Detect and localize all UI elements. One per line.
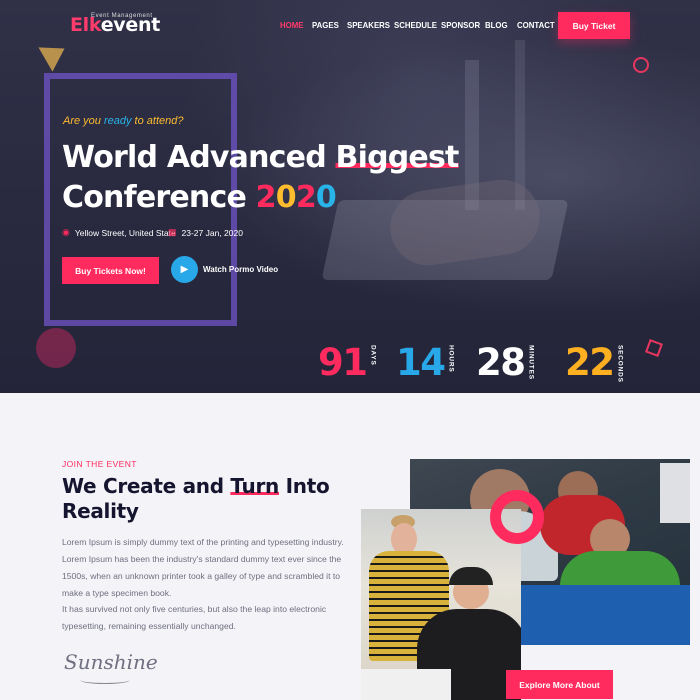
- location-pin-icon: ◉: [62, 227, 70, 237]
- logo-subtitle: Event Management: [91, 13, 153, 19]
- nav-item-sponsor[interactable]: Sponsor: [441, 20, 481, 30]
- countdown-minutes: 28 Minutes: [476, 343, 535, 383]
- about-paragraph: It has survived not only five centuries,…: [62, 604, 327, 631]
- team-photo: [361, 509, 521, 700]
- date-text: 23-27 Jan, 2020: [181, 227, 243, 238]
- countdown-value: 14: [396, 341, 446, 384]
- countdown-unit: Seconds: [616, 345, 624, 383]
- section-title-part: We Create and: [62, 474, 231, 498]
- blob-decoration: [36, 328, 76, 368]
- section-label: JOIN THE EVENT: [62, 459, 137, 469]
- desk: [361, 669, 451, 700]
- event-location: ◉ Yellow Street, United State: [62, 227, 176, 238]
- hero-tagline: Are you ready to attend?: [63, 115, 184, 127]
- circle-decoration: [633, 57, 649, 73]
- watch-video-link[interactable]: Watch Pormo Video: [203, 265, 278, 274]
- title-highlight: Biggest: [335, 140, 460, 175]
- tagline-post: to attend?: [131, 115, 184, 127]
- tagline-highlight: ready: [103, 115, 132, 127]
- calendar-icon: ▦: [168, 227, 177, 237]
- explore-more-button[interactable]: Explore More About: [506, 670, 613, 699]
- year-digit: 2: [295, 180, 317, 215]
- bean-bag: [520, 585, 690, 645]
- nav-item-speakers[interactable]: Speakers: [347, 20, 390, 30]
- year-digit: 0: [275, 180, 297, 215]
- section-title-highlight: Turn: [230, 474, 279, 498]
- window: [660, 463, 690, 523]
- section-title: We Create and Turn Into Reality: [62, 474, 342, 524]
- countdown-unit: Days: [369, 345, 377, 366]
- nav-item-pages[interactable]: Pages: [312, 20, 344, 30]
- nav-item-blog[interactable]: Blog: [485, 20, 514, 30]
- year-digit: 2: [255, 180, 277, 215]
- play-video-icon[interactable]: ▶: [171, 256, 198, 283]
- hero-title: World Advanced Biggest Conference 2020: [62, 138, 459, 218]
- about-paragraph: Lorem Ipsum is simply dummy text of the …: [62, 537, 344, 598]
- beanie: [449, 567, 493, 585]
- location-text: Yellow Street, United State: [74, 227, 176, 238]
- year-digit: 0: [315, 180, 337, 215]
- countdown-days: 91 Days: [318, 343, 377, 383]
- countdown-value: 22: [565, 341, 615, 384]
- nav-item-contact[interactable]: Contact: [517, 20, 555, 30]
- signature-flourish: [80, 676, 130, 684]
- countdown-hours: 14 Hours: [396, 343, 455, 383]
- countdown-unit: Hours: [447, 345, 455, 373]
- tagline-pre: Are you: [63, 115, 104, 127]
- ring-decoration: [490, 490, 544, 544]
- nav-item-schedule[interactable]: Schedule: [394, 20, 437, 30]
- nav-item-home[interactable]: Home: [280, 20, 309, 30]
- main-nav: Home Pages Speakers Schedule Sponsor Blo…: [280, 20, 557, 30]
- title-part: Conference: [62, 180, 256, 215]
- signature: Sunshine: [64, 650, 158, 674]
- countdown-value: 28: [476, 341, 526, 384]
- title-part: World Advanced: [62, 140, 336, 175]
- event-date: ▦ 23-27 Jan, 2020: [168, 227, 243, 238]
- countdown-value: 91: [318, 341, 368, 384]
- buy-tickets-now-button[interactable]: Buy Tickets Now!: [62, 257, 159, 284]
- countdown-seconds: 22 Seconds: [565, 343, 624, 383]
- countdown-unit: Minutes: [527, 345, 535, 380]
- buy-ticket-button[interactable]: Buy Ticket: [558, 12, 630, 39]
